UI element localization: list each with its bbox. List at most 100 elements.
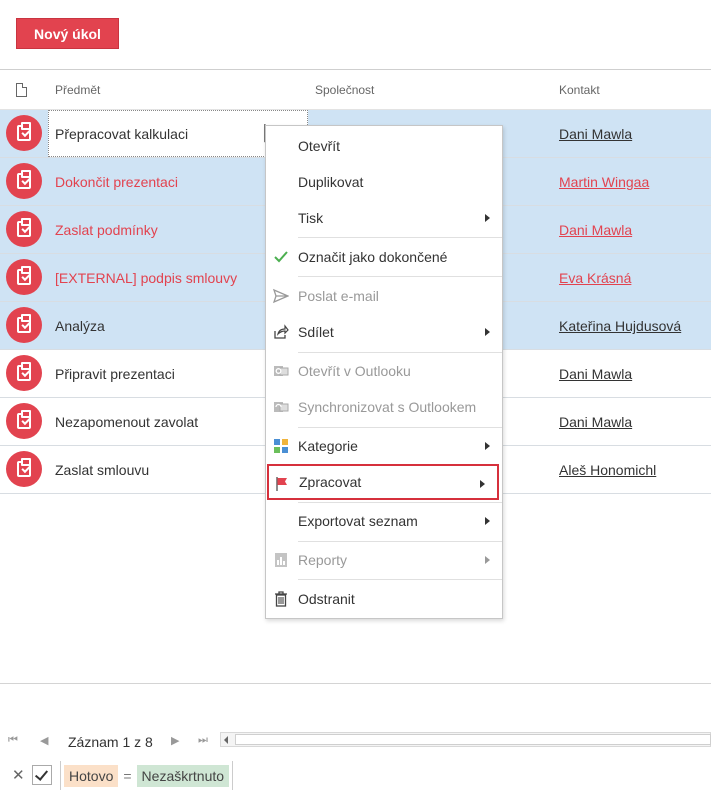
menu-item-zpracovat[interactable]: Zpracovat [267,464,499,500]
next-page-icon[interactable]: ▶ [171,734,179,747]
context-menu: Otevřít Duplikovat Tisk Označit jako dokonč… [265,125,503,619]
clipboard-check-icon [17,122,31,141]
task-icon [6,115,42,151]
menu-item-label: Označit jako dokončené [298,249,448,265]
flag-icon [274,476,290,492]
row-subject[interactable]: Analýza [55,318,105,334]
task-icon [6,403,42,439]
filter-enable-checkbox[interactable] [32,765,52,785]
menu-separator [298,276,502,277]
scrollbar-thumb[interactable] [235,734,711,745]
menu-item-kategorie[interactable]: Kategorie [266,428,502,464]
column-header-contact[interactable]: Kontakt [559,83,600,97]
clipboard-check-icon [17,314,31,333]
row-subject[interactable]: Nezapomenout zavolat [55,414,198,430]
footer-divider [0,683,711,684]
column-header-subject[interactable]: Předmět [55,83,100,97]
clipboard-check-icon [17,266,31,285]
clipboard-check-icon [17,170,31,189]
filter-field[interactable]: Hotovo [64,764,119,787]
scroll-left-icon[interactable] [224,736,228,744]
clipboard-check-icon [17,218,31,237]
menu-item-reporty[interactable]: Reporty [266,542,502,578]
row-contact-link[interactable]: Dani Mawla [559,222,632,238]
outlook-sync-icon [273,399,289,415]
row-subject[interactable]: [EXTERNAL] podpis smlouvy [55,270,237,286]
new-task-button[interactable]: Nový úkol [16,18,119,49]
row-contact-link[interactable]: Dani Mawla [559,126,632,142]
column-header-company[interactable]: Společnost [315,83,374,97]
check-icon [273,249,289,265]
task-icon [6,163,42,199]
menu-item-tisk[interactable]: Tisk [266,200,502,236]
menu-item-exportovat-seznam[interactable]: Exportovat seznam [266,503,502,539]
menu-item-label: Sdílet [298,324,334,340]
task-icon [6,259,42,295]
clipboard-check-icon [17,458,31,477]
menu-item-label: Otevřít v Outlooku [298,363,411,379]
submenu-arrow-icon [485,214,490,222]
menu-separator [298,427,502,428]
menu-item-label: Duplikovat [298,174,364,190]
task-icon [6,355,42,391]
clear-filter-icon[interactable]: ✕ [12,766,25,784]
task-icon [6,451,42,487]
outlook-icon [273,363,289,379]
menu-separator [298,502,502,503]
submenu-arrow-icon [485,442,490,450]
row-contact-link[interactable]: Martin Wingaa [559,174,649,190]
row-contact-link[interactable]: Dani Mawla [559,366,632,382]
row-contact-link[interactable]: Eva Krásná [559,270,631,286]
send-icon [273,288,289,304]
menu-separator [298,352,502,353]
menu-separator [298,579,502,580]
submenu-arrow-icon [485,517,490,525]
menu-item-otevrit-v-outlooku[interactable]: Otevřít v Outlooku [266,353,502,389]
filter-operator: = [123,767,132,784]
categories-icon [273,438,289,454]
filter-expression[interactable]: Hotovo = Nezaškrtnuto [60,761,234,790]
menu-item-odstranit[interactable]: Odstranit [266,581,502,617]
menu-item-label: Synchronizovat s Outlookem [298,399,477,415]
last-page-icon[interactable]: ⏭ [198,734,208,747]
task-icon [6,211,42,247]
menu-item-synchronizovat-s-outlookem[interactable]: Synchronizovat s Outlookem [266,389,502,425]
row-subject[interactable]: Zaslat podmínky [55,222,158,238]
menu-item-sdilet[interactable]: Sdílet [266,314,502,350]
menu-item-poslat-e-mail[interactable]: Poslat e-mail [266,278,502,314]
row-subject[interactable]: Přepracovat kalkulaci [55,126,188,142]
menu-separator [298,541,502,542]
row-contact-link[interactable]: Aleš Honomichl [559,462,656,478]
row-contact-link[interactable]: Kateřina Hujdusová [559,318,681,334]
grid-header: Předmět Společnost Kontakt [0,69,711,110]
submenu-arrow-icon [485,328,490,336]
horizontal-scrollbar[interactable] [220,732,711,747]
menu-item-label: Zpracovat [299,474,362,490]
menu-item-duplikovat[interactable]: Duplikovat [266,164,502,200]
menu-separator [298,237,502,238]
row-subject[interactable]: Připravit prezentaci [55,366,175,382]
document-icon [16,83,27,97]
menu-item-label: Reporty [298,552,348,568]
row-subject[interactable]: Zaslat smlouvu [55,462,149,478]
menu-item-label: Otevřít [298,138,341,154]
menu-item-label: Odstranit [298,591,355,607]
clipboard-check-icon [17,410,31,429]
pager: ⏮ ◀ Záznam 1 z 8 ▶ ⏭ [0,727,711,755]
report-icon [273,552,289,568]
first-page-icon[interactable]: ⏮ [8,734,18,747]
menu-item-otevrit[interactable]: Otevřít [266,128,502,164]
record-counter: Záznam 1 z 8 [68,734,153,750]
menu-item-oznacit-jako-dokoncene[interactable]: Označit jako dokončené [266,239,502,275]
prev-page-icon[interactable]: ◀ [40,734,48,747]
submenu-arrow-icon [480,480,485,488]
row-subject[interactable]: Dokončit prezentaci [55,174,178,190]
clipboard-check-icon [17,362,31,381]
menu-item-label: Exportovat seznam [298,513,418,529]
trash-icon [273,591,289,607]
share-icon [273,324,289,340]
menu-item-label: Poslat e-mail [298,288,379,304]
row-contact-link[interactable]: Dani Mawla [559,414,632,430]
filter-value[interactable]: Nezaškrtnuto [136,764,230,787]
filter-bar: ✕ Hotovo = Nezaškrtnuto [0,758,711,794]
